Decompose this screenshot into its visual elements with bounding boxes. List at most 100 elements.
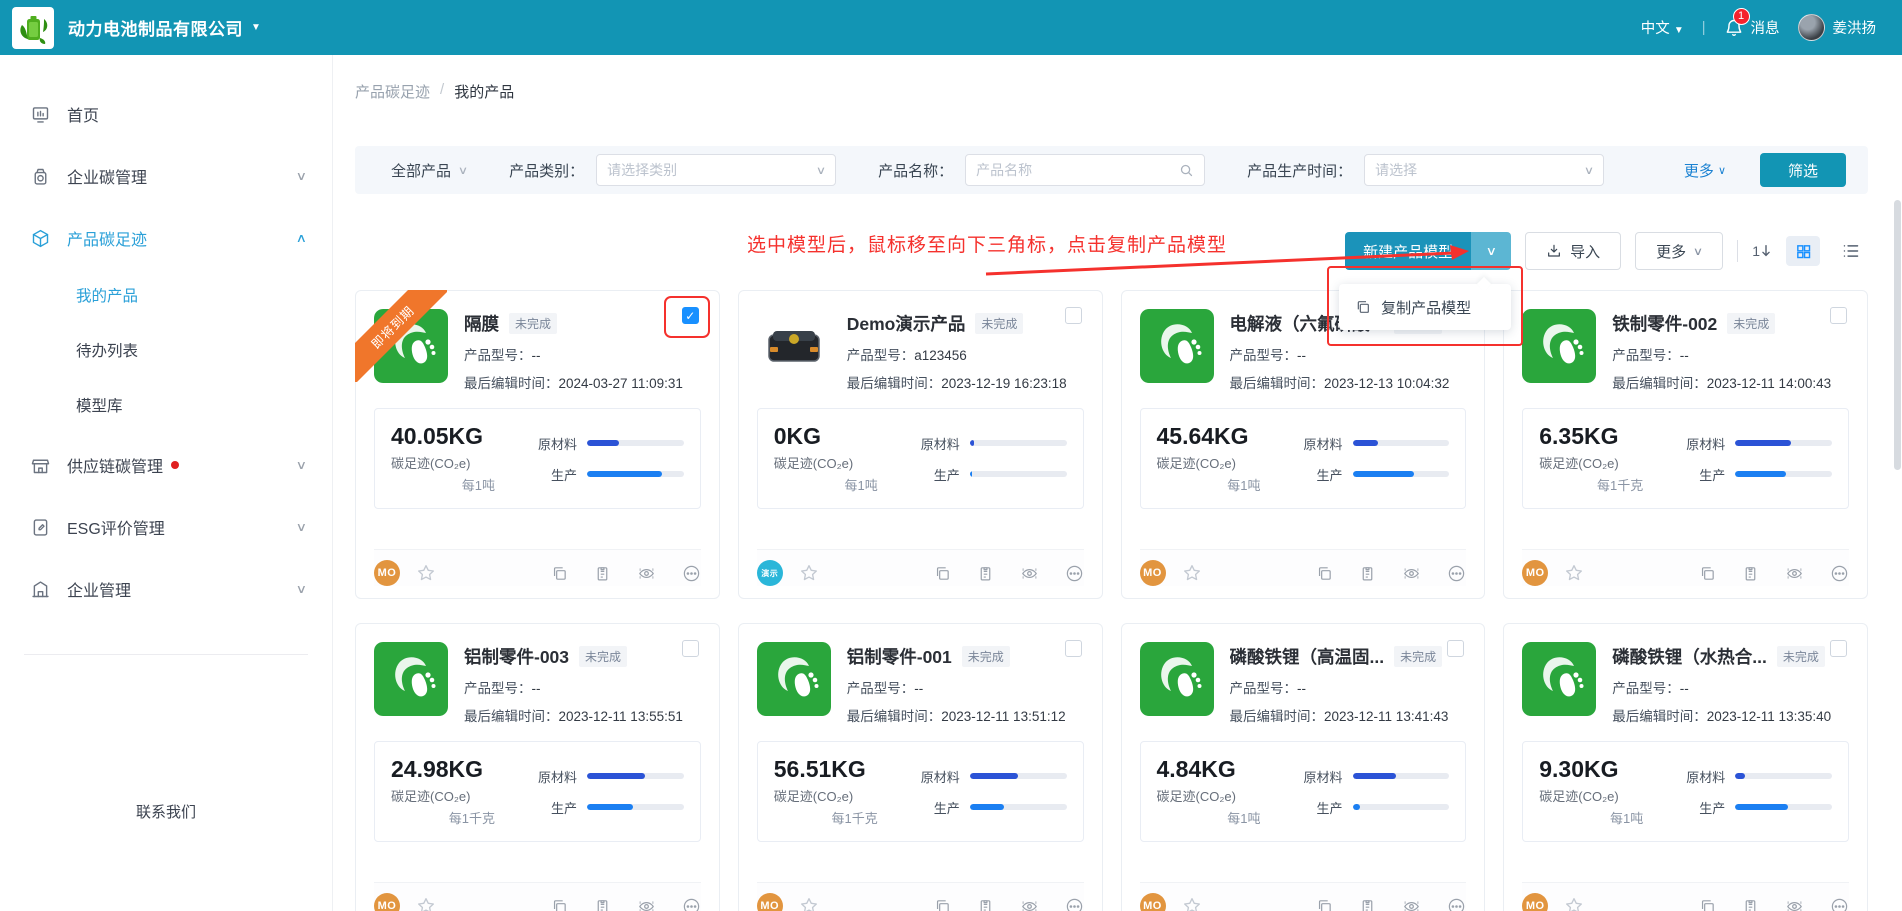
product-card[interactable]: 铝制零件-003 未完成 产品型号：-- 最后编辑时间：2023-12-11 1… xyxy=(355,623,720,911)
product-card[interactable]: 磷酸铁锂（高温固... 未完成 产品型号：-- 最后编辑时间：2023-12-1… xyxy=(1121,623,1486,911)
sidebar-item-home[interactable]: 首页 xyxy=(0,83,332,145)
contact-us-label: 联系我们 xyxy=(0,801,332,822)
product-card[interactable]: 铁制零件-002 未完成 产品型号：-- 最后编辑时间：2023-12-11 1… xyxy=(1503,290,1868,599)
footprint-value: 0KG xyxy=(774,423,892,450)
breadcrumb-parent[interactable]: 产品碳足迹 xyxy=(355,81,430,102)
star-icon[interactable] xyxy=(416,896,436,911)
product-card[interactable]: 磷酸铁锂（水热合... 未完成 产品型号：-- 最后编辑时间：2023-12-1… xyxy=(1503,623,1868,911)
product-title: Demo演示产品 xyxy=(847,311,966,336)
more-ellipsis-icon[interactable] xyxy=(682,897,701,911)
footprint-unit: 每1千克 xyxy=(774,808,892,827)
raw-material-bar: 原材料 xyxy=(525,767,684,786)
more-ellipsis-icon[interactable] xyxy=(1065,897,1084,911)
more-ellipsis-icon[interactable] xyxy=(1830,564,1849,583)
chevron-down-icon: ∨ xyxy=(296,582,307,596)
preview-eye-icon[interactable] xyxy=(1402,565,1421,582)
toolbar-divider xyxy=(1737,240,1738,262)
import-button[interactable]: 导入 xyxy=(1525,232,1621,270)
duplicate-icon[interactable] xyxy=(551,565,568,582)
star-icon[interactable] xyxy=(1182,563,1202,583)
report-icon[interactable] xyxy=(1359,565,1376,582)
star-icon[interactable] xyxy=(416,563,436,583)
company-name[interactable]: 动力电池制品有限公司▼ xyxy=(68,15,261,40)
star-icon[interactable] xyxy=(1182,896,1202,911)
star-icon[interactable] xyxy=(799,896,819,911)
category-select[interactable]: 请选择类别∨ xyxy=(596,154,836,186)
sidebar-item-esg[interactable]: ESG评价管理 ∨ xyxy=(0,496,332,558)
sidebar-item-model-library[interactable]: 模型库 xyxy=(0,379,332,434)
preview-eye-icon[interactable] xyxy=(1785,898,1804,911)
card-checkbox[interactable] xyxy=(682,640,699,657)
product-card[interactable]: 铝制零件-001 未完成 产品型号：-- 最后编辑时间：2023-12-11 1… xyxy=(738,623,1103,911)
star-icon[interactable] xyxy=(1564,896,1584,911)
star-icon[interactable] xyxy=(1564,563,1584,583)
scope-dropdown[interactable]: 全部产品∨ xyxy=(391,160,467,181)
preview-eye-icon[interactable] xyxy=(1402,898,1421,911)
filter-submit-button[interactable]: 筛选 xyxy=(1760,153,1846,187)
last-edited-time: 最后编辑时间：2023-12-19 16:23:18 xyxy=(847,372,1067,392)
preview-eye-icon[interactable] xyxy=(637,565,656,582)
product-model: 产品型号：-- xyxy=(847,677,1066,697)
scrollbar-thumb[interactable] xyxy=(1894,200,1901,470)
more-ellipsis-icon[interactable] xyxy=(1830,897,1849,911)
card-checkbox[interactable] xyxy=(1447,640,1464,657)
report-icon[interactable] xyxy=(1742,898,1759,911)
product-card[interactable]: 电解液（六氟磷酸... 未完成 产品型号：-- 最后编辑时间：2023-12-1… xyxy=(1121,290,1486,599)
new-model-caret-button[interactable]: ∨ xyxy=(1471,232,1511,270)
duplicate-icon[interactable] xyxy=(934,565,951,582)
app-header: 动力电池制品有限公司▼ 中文 ▼ | 1 消息 姜洪扬 xyxy=(0,0,1902,55)
preview-eye-icon[interactable] xyxy=(1020,565,1039,582)
preview-eye-icon[interactable] xyxy=(1020,898,1039,911)
user-menu[interactable]: 姜洪扬 xyxy=(1798,14,1877,41)
more-ellipsis-icon[interactable] xyxy=(1065,564,1084,583)
star-icon[interactable] xyxy=(799,563,819,583)
grid-view-button[interactable] xyxy=(1786,236,1820,266)
list-view-button[interactable] xyxy=(1834,236,1868,266)
card-checkbox[interactable] xyxy=(1065,640,1082,657)
card-checkbox[interactable] xyxy=(1830,307,1847,324)
product-card[interactable]: 即将到期 ✓ xyxy=(355,290,720,599)
product-card[interactable]: Demo演示产品 未完成 产品型号：a123456 最后编辑时间：2023-12… xyxy=(738,290,1103,599)
duplicate-icon[interactable] xyxy=(551,898,568,911)
sidebar-item-product-footprint[interactable]: 产品碳足迹 ∧ xyxy=(0,207,332,269)
production-bar: 生产 xyxy=(1673,798,1832,817)
sidebar-item-enterprise-carbon[interactable]: 企业碳管理 ∨ xyxy=(0,145,332,207)
scrollbar[interactable] xyxy=(1893,110,1902,911)
sidebar-item-todo-list[interactable]: 待办列表 xyxy=(0,324,332,379)
sidebar-item-my-products[interactable]: 我的产品 xyxy=(0,269,332,324)
duplicate-icon[interactable] xyxy=(934,898,951,911)
card-checkbox[interactable] xyxy=(1065,307,1082,324)
footprint-unit: 每1吨 xyxy=(1157,475,1275,494)
card-checkbox[interactable] xyxy=(1830,640,1847,657)
sidebar-item-supply-chain[interactable]: 供应链碳管理 ∨ xyxy=(0,434,332,496)
preview-eye-icon[interactable] xyxy=(1785,565,1804,582)
more-ellipsis-icon[interactable] xyxy=(1447,897,1466,911)
report-icon[interactable] xyxy=(1359,898,1376,911)
status-badge: 未完成 xyxy=(962,646,1010,667)
footprint-stats: 56.51KG 碳足迹(CO₂e) 每1千克 原材料 生产 xyxy=(757,741,1084,842)
duplicate-icon[interactable] xyxy=(1699,565,1716,582)
report-icon[interactable] xyxy=(977,565,994,582)
product-name-input[interactable]: 产品名称 xyxy=(965,154,1205,186)
more-ellipsis-icon[interactable] xyxy=(682,564,701,583)
new-model-button[interactable]: 新建产品模型 xyxy=(1345,232,1471,270)
duplicate-icon[interactable] xyxy=(1699,898,1716,911)
preview-eye-icon[interactable] xyxy=(637,898,656,911)
copy-model-menu-item[interactable]: 复制产品模型 xyxy=(1339,284,1511,330)
sort-icon[interactable]: 1 xyxy=(1752,243,1772,259)
messages-button[interactable]: 1 消息 xyxy=(1724,17,1780,39)
production-time-select[interactable]: 请选择∨ xyxy=(1364,154,1604,186)
sidebar-item-company-admin[interactable]: 企业管理 ∨ xyxy=(0,558,332,620)
duplicate-icon[interactable] xyxy=(1316,565,1333,582)
more-actions-button[interactable]: 更多∨ xyxy=(1635,232,1723,270)
language-switcher[interactable]: 中文 ▼ xyxy=(1641,17,1684,38)
more-ellipsis-icon[interactable] xyxy=(1447,564,1466,583)
status-badge: 未完成 xyxy=(579,646,627,667)
report-icon[interactable] xyxy=(977,898,994,911)
more-filters-link[interactable]: 更多∨ xyxy=(1684,160,1726,181)
report-icon[interactable] xyxy=(594,898,611,911)
report-icon[interactable] xyxy=(1742,565,1759,582)
duplicate-icon[interactable] xyxy=(1316,898,1333,911)
report-icon[interactable] xyxy=(594,565,611,582)
card-checkbox[interactable]: ✓ xyxy=(682,307,699,324)
